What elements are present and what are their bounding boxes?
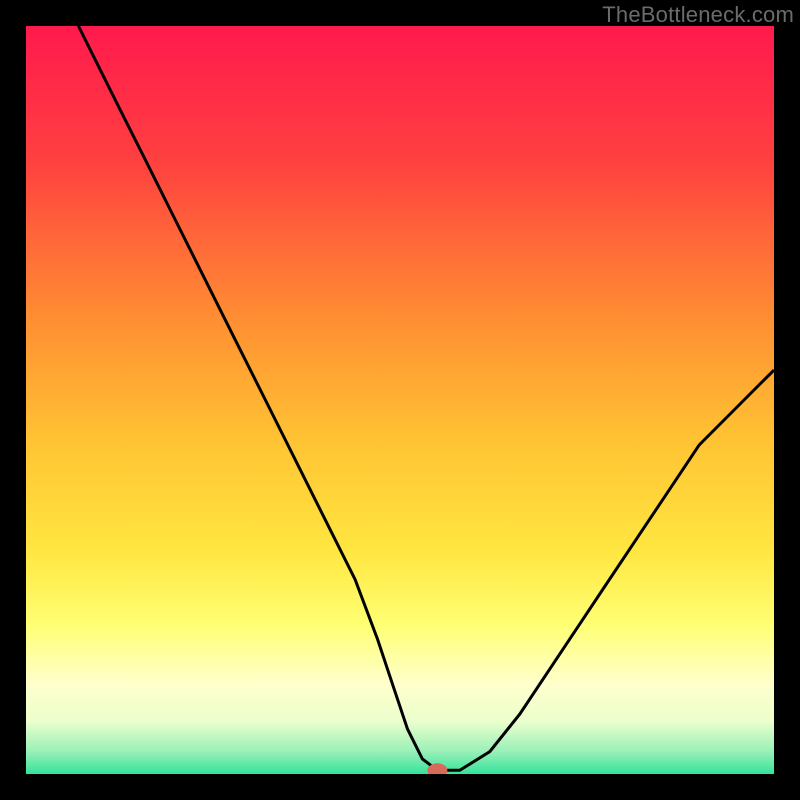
chart-frame bbox=[26, 26, 774, 774]
chart-svg bbox=[26, 26, 774, 774]
watermark-label: TheBottleneck.com bbox=[602, 2, 794, 28]
plot-area bbox=[26, 26, 774, 774]
gradient-rect bbox=[26, 26, 774, 774]
